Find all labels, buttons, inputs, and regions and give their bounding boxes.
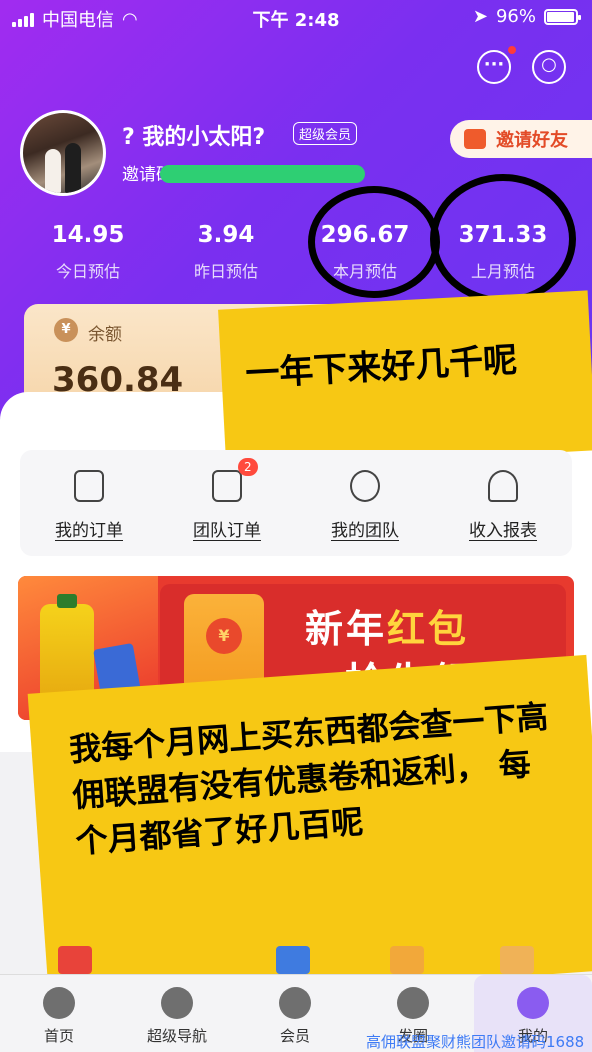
stat-yesterday[interactable]: 3.94 昨日预估: [161, 222, 291, 282]
partial-blue-icon[interactable]: [276, 946, 310, 974]
hexagon-settings-icon[interactable]: ○: [532, 50, 566, 84]
yuan-coin-icon: ¥: [206, 618, 242, 654]
graduation-cap-icon[interactable]: [500, 946, 534, 974]
report-icon: [488, 470, 518, 502]
tab-home[interactable]: 首页: [0, 975, 118, 1052]
home-icon: [43, 987, 75, 1019]
video-icon[interactable]: [390, 946, 424, 974]
tab-label: 超级导航: [146, 1027, 207, 1045]
banner-title: 新年红包: [305, 607, 470, 651]
team-order-icon: 2: [212, 458, 258, 502]
order-icon: [74, 470, 104, 502]
username: ? 我的小太阳?: [122, 125, 266, 150]
partial-red-icon[interactable]: [58, 946, 92, 974]
tab-vip[interactable]: 会员: [236, 975, 354, 1052]
tab-label: 首页: [43, 1027, 74, 1045]
stat-value: 3.94: [197, 222, 255, 248]
status-bar: 中国电信 ◠ 下午 2:48 ➤ 96%: [0, 0, 592, 34]
watermark-text: 高佣联盟聚财熊团队邀请码1688: [366, 1033, 585, 1051]
quick-menu-label: 团队订单: [193, 521, 261, 541]
invite-button-label: 邀请好友: [496, 130, 568, 151]
quick-menu-label: 收入报表: [469, 521, 537, 541]
annotation-sticker-top: 一年下来好几千呢: [218, 290, 592, 470]
tab-label: 会员: [279, 1027, 310, 1045]
avatar[interactable]: [20, 110, 106, 196]
coin-icon: ¥: [54, 318, 78, 342]
annotation-circle-last-month: [430, 174, 576, 304]
quick-menu: 我的订单 2 团队订单 我的团队 收入报表: [20, 450, 572, 556]
redaction-scribble: [160, 165, 365, 183]
location-arrow-icon: ➤: [472, 6, 488, 27]
vip-icon: [279, 987, 311, 1019]
stat-label: 今日预估: [55, 262, 120, 281]
my-orders-button[interactable]: 我的订单: [20, 470, 158, 541]
income-report-button[interactable]: 收入报表: [434, 470, 572, 541]
my-team-button[interactable]: 我的团队: [296, 470, 434, 541]
team-icon: [350, 470, 380, 502]
share-circle-icon: [397, 987, 429, 1019]
invite-friends-button[interactable]: 邀请好友: [450, 120, 592, 158]
stat-value: 14.95: [51, 222, 125, 248]
stat-label: 昨日预估: [193, 262, 258, 281]
count-badge: 2: [238, 458, 258, 476]
stat-today[interactable]: 14.95 今日预估: [23, 222, 153, 282]
annotation-text-top: 一年下来好几千呢: [244, 340, 519, 395]
notification-dot: [508, 46, 516, 54]
battery-icon: [544, 8, 581, 25]
vip-badge: 超级会员: [293, 122, 358, 145]
gift-icon: [464, 129, 486, 149]
navigation-icon: [161, 987, 193, 1019]
tab-super-nav[interactable]: 超级导航: [118, 975, 236, 1052]
battery-percent: 96%: [495, 6, 536, 27]
message-dots-icon[interactable]: ···: [477, 50, 511, 84]
quick-menu-label: 我的订单: [55, 521, 123, 541]
profile-icon: [517, 987, 549, 1019]
team-orders-button[interactable]: 2 团队订单: [158, 458, 296, 541]
quick-menu-label: 我的团队: [331, 521, 399, 541]
annotation-circle-this-month: [308, 186, 440, 298]
balance-label: 余额: [88, 325, 122, 345]
